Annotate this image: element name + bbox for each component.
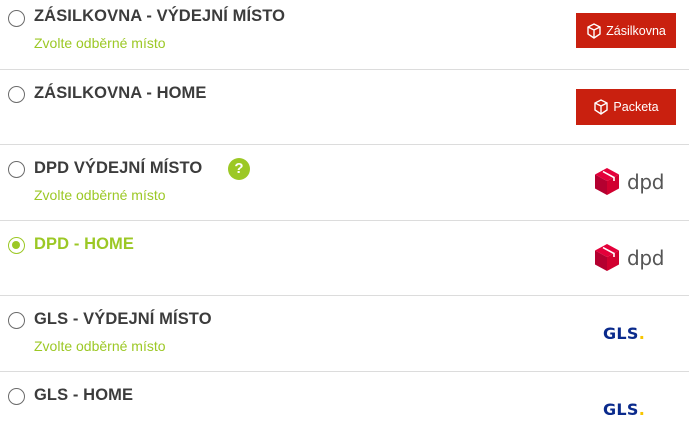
shipping-option-title: ZÁSILKOVNA - HOME [34, 84, 207, 102]
packeta-logo-text: Packeta [613, 100, 659, 114]
dpd-logo-text: dpd [627, 169, 665, 194]
shipping-method-list: ZÁSILKOVNA - VÝDEJNÍ MÍSTO Zvolte odběrn… [0, 0, 689, 440]
packeta-box-icon [587, 22, 601, 39]
dpd-cube-icon [595, 168, 619, 195]
dpd-logo: dpd [594, 167, 664, 196]
gls-logo-dot: . [638, 400, 646, 419]
gls-logo: GLS. [603, 400, 645, 419]
shipping-option-title: GLS - HOME [34, 386, 134, 404]
pickup-point-link[interactable]: Zvolte odběrné místo [34, 187, 166, 203]
pickup-point-link[interactable]: Zvolte odběrné místo [34, 35, 166, 51]
zasilkovna-logo: Zásilkovna [576, 13, 676, 48]
pickup-point-link[interactable]: Zvolte odběrné místo [34, 338, 166, 354]
radio-button-selected[interactable] [8, 237, 25, 254]
shipping-option-gls-pickup[interactable]: GLS - VÝDEJNÍ MÍSTO Zvolte odběrné místo… [0, 296, 689, 372]
shipping-option-dpd-pickup[interactable]: DPD VÝDEJNÍ MÍSTO ? Zvolte odběrné místo… [0, 145, 689, 221]
zasilkovna-logo-text: Zásilkovna [606, 23, 666, 38]
packeta-logo: Packeta [576, 89, 676, 125]
shipping-option-title: ZÁSILKOVNA - VÝDEJNÍ MÍSTO [34, 7, 286, 25]
radio-button[interactable] [8, 161, 25, 178]
help-icon[interactable]: ? [228, 158, 250, 180]
radio-button[interactable] [8, 312, 25, 329]
shipping-option-zasilkovna-home[interactable]: ZÁSILKOVNA - HOME Packeta [0, 70, 689, 145]
shipping-option-title: DPD VÝDEJNÍ MÍSTO [34, 159, 203, 177]
shipping-option-dpd-home[interactable]: DPD - HOME dpd [0, 221, 689, 296]
gls-logo-dot: . [638, 324, 646, 343]
gls-logo-text: GLS [603, 400, 639, 419]
shipping-option-gls-home[interactable]: GLS - HOME GLS. [0, 372, 689, 440]
shipping-option-title: DPD - HOME [34, 235, 134, 253]
gls-logo-text: GLS [603, 324, 639, 343]
packeta-box-icon [594, 99, 609, 115]
dpd-logo: dpd [594, 243, 664, 272]
dpd-cube-icon [595, 244, 619, 271]
radio-button[interactable] [8, 86, 25, 103]
gls-logo: GLS. [603, 324, 645, 343]
shipping-option-zasilkovna-pickup[interactable]: ZÁSILKOVNA - VÝDEJNÍ MÍSTO Zvolte odběrn… [0, 0, 689, 70]
radio-button[interactable] [8, 10, 25, 27]
radio-button[interactable] [8, 388, 25, 405]
shipping-option-title: GLS - VÝDEJNÍ MÍSTO [34, 310, 212, 328]
dpd-logo-text: dpd [627, 245, 665, 270]
